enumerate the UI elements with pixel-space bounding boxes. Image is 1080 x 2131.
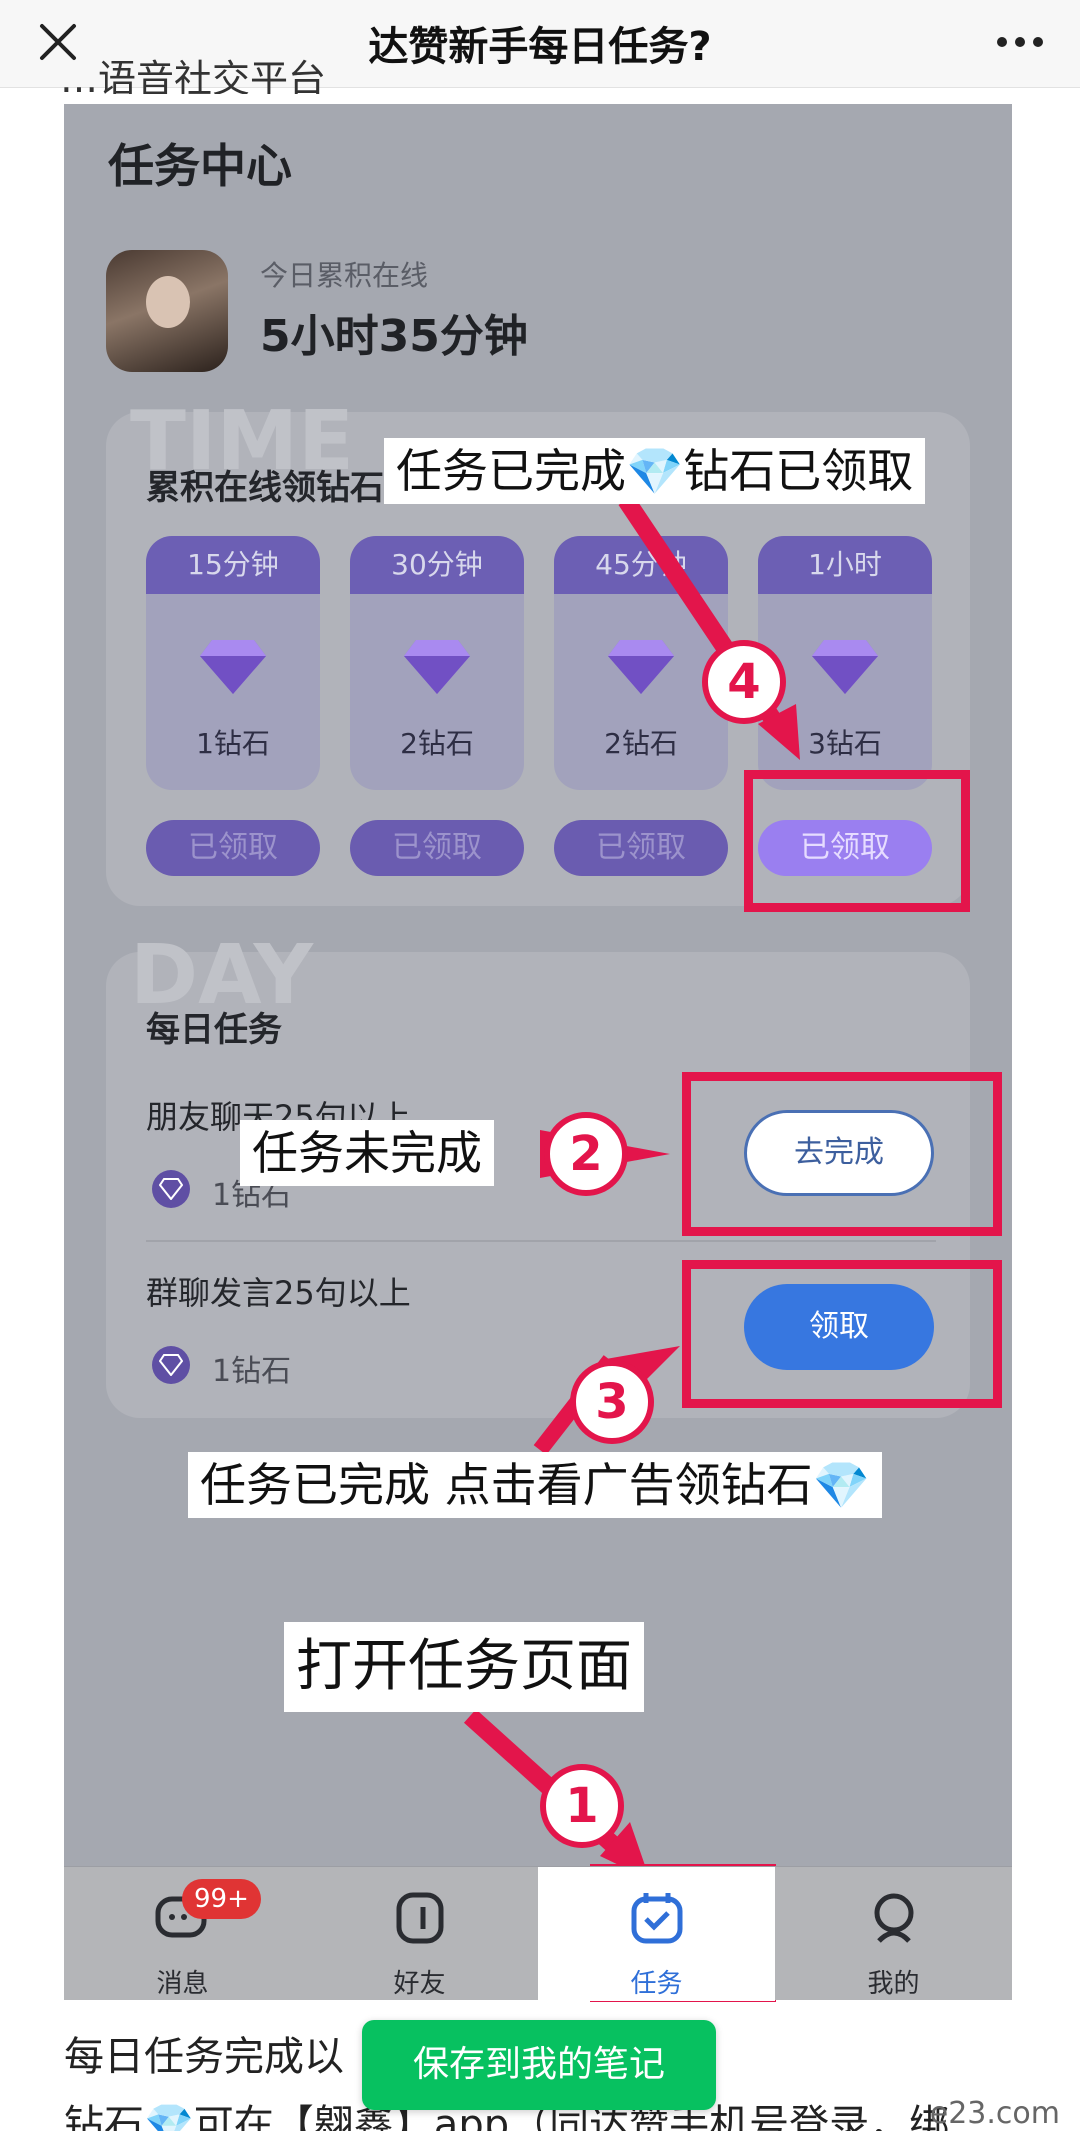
unread-badge: 99+	[182, 1879, 261, 1919]
tab-tasks[interactable]: 任务	[538, 1867, 775, 2001]
friends-icon	[396, 1892, 444, 1944]
site-watermark: e23.com	[929, 2096, 1060, 2131]
step-number-1: 1	[540, 1764, 624, 1848]
annotation-2-label: 任务未完成	[240, 1120, 494, 1186]
page: 达赞新手每日任务? …语音社交平台 任务中心 今日累积在线 5小时35分钟 TI…	[0, 0, 1080, 2131]
step-number-3: 3	[570, 1360, 654, 1444]
tab-friends[interactable]: 好友	[301, 1867, 538, 2001]
article-text: 每日任务完成以	[64, 2034, 344, 2080]
annotation-1-label: 打开任务页面	[284, 1622, 644, 1712]
step-number-4: 4	[702, 640, 786, 724]
screenshot-tab-bar: 99+ 消息 好友 任务 我的	[64, 1866, 1012, 2001]
task-icon	[631, 1893, 683, 1944]
save-to-notes-button[interactable]: 保存到我的笔记	[362, 2020, 716, 2110]
annotation-3-label: 任务已完成 点击看广告领钻石💎	[188, 1452, 882, 1518]
annotation-4-label: 任务已完成💎钻石已领取	[384, 438, 926, 504]
step-number-2: 2	[544, 1112, 628, 1196]
tab-messages[interactable]: 99+ 消息	[64, 1867, 301, 2001]
profile-icon	[874, 1893, 914, 1943]
tab-profile[interactable]: 我的	[775, 1867, 1012, 2001]
